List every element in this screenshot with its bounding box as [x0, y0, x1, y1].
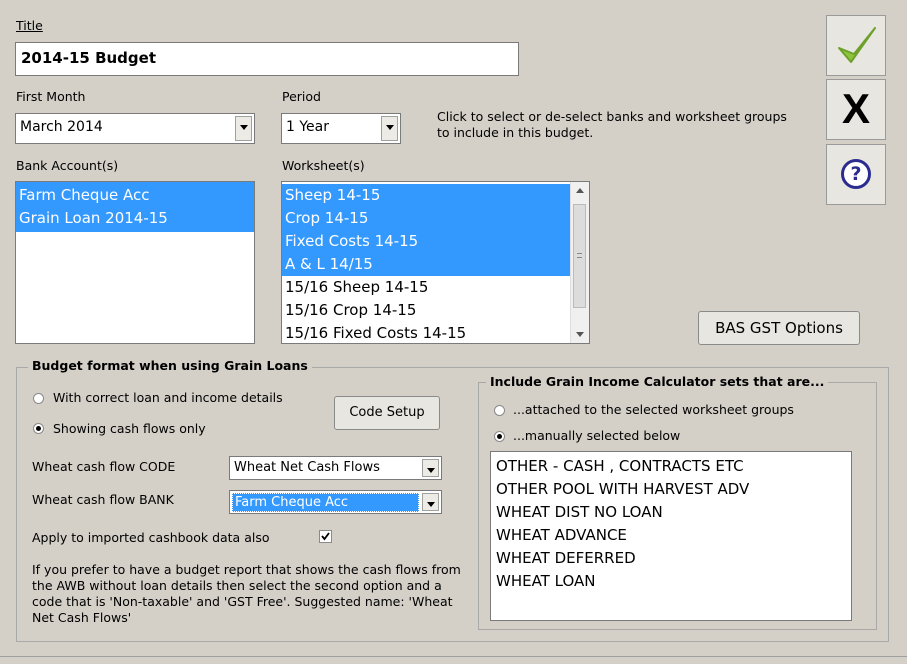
first-month-label: First Month	[16, 89, 86, 104]
code-setup-button[interactable]: Code Setup	[334, 396, 440, 430]
title-label: Title	[16, 18, 43, 33]
worksheets-label: Worksheet(s)	[282, 158, 365, 173]
radio-correct-loan[interactable]	[33, 393, 44, 404]
list-item[interactable]: 15/16 Sheep 14-15	[282, 276, 571, 299]
radio-correct-loan-label: With correct loan and income details	[53, 390, 283, 405]
list-item[interactable]: 15/16 Crop 14-15	[282, 299, 571, 322]
list-item[interactable]: WHEAT LOAN	[493, 570, 849, 593]
worksheets-list[interactable]: Sheep 14-15 Crop 14-15 Fixed Costs 14-15…	[281, 181, 590, 344]
cancel-button[interactable]: X	[826, 79, 886, 140]
apply-imported-label: Apply to imported cashbook data also	[32, 530, 270, 545]
list-item[interactable]: Crop 14-15	[282, 207, 571, 230]
radio-gic-manual[interactable]	[494, 431, 505, 442]
ok-button[interactable]	[826, 15, 886, 76]
list-item[interactable]: Farm Cheque Acc	[16, 184, 254, 207]
title-input[interactable]: 2014-15 Budget	[15, 42, 519, 76]
radio-gic-attached[interactable]	[494, 405, 505, 416]
close-icon: X	[841, 85, 870, 132]
first-month-select[interactable]: March 2014	[15, 113, 255, 144]
radio-cash-flows-only-label: Showing cash flows only	[53, 421, 206, 436]
wheat-bank-label: Wheat cash flow BANK	[32, 492, 174, 507]
period-label: Period	[282, 89, 321, 104]
help-button[interactable]: ?	[826, 144, 886, 205]
first-month-value: March 2014	[20, 119, 103, 135]
period-select[interactable]: 1 Year	[281, 113, 401, 144]
list-item[interactable]: WHEAT DEFERRED	[493, 547, 849, 570]
grain-help-text: If you prefer to have a budget report th…	[32, 562, 461, 625]
wheat-bank-select[interactable]: Farm Cheque Acc	[229, 490, 442, 514]
list-item[interactable]: WHEAT DIST NO LOAN	[493, 501, 849, 524]
bottom-divider	[0, 656, 907, 657]
list-item[interactable]: A & L 14/15	[282, 253, 571, 276]
apply-imported-checkbox[interactable]	[319, 530, 332, 543]
scroll-down-icon[interactable]	[576, 332, 584, 337]
gic-list[interactable]: OTHER - CASH , CONTRACTS ETC OTHER POOL …	[490, 451, 852, 621]
list-item[interactable]: OTHER POOL WITH HARVEST ADV	[493, 478, 849, 501]
radio-cash-flows-only[interactable]	[33, 423, 44, 434]
radio-gic-attached-label: ...attached to the selected worksheet gr…	[513, 402, 794, 417]
list-item[interactable]: Fixed Costs 14-15	[282, 230, 571, 253]
scrollbar[interactable]	[570, 182, 589, 343]
chevron-down-icon[interactable]	[422, 459, 439, 477]
list-item[interactable]: WHEAT ADVANCE	[493, 524, 849, 547]
gic-legend: Include Grain Income Calculator sets tha…	[486, 374, 829, 389]
help-icon: ?	[841, 159, 871, 189]
chevron-down-icon[interactable]	[381, 116, 398, 141]
grain-loans-legend: Budget format when using Grain Loans	[28, 358, 312, 373]
scroll-thumb[interactable]	[573, 204, 586, 308]
checkmark-icon	[838, 27, 876, 63]
wheat-code-label: Wheat cash flow CODE	[32, 459, 176, 474]
bas-gst-options-button[interactable]: BAS GST Options	[698, 311, 860, 345]
wheat-code-value: Wheat Net Cash Flows	[234, 460, 380, 475]
chevron-down-icon[interactable]	[422, 493, 439, 511]
list-item[interactable]: 15/16 Fixed Costs 14-15	[282, 322, 571, 343]
bank-accounts-list[interactable]: Farm Cheque Acc Grain Loan 2014-15	[15, 181, 255, 344]
wheat-bank-value: Farm Cheque Acc	[232, 493, 419, 512]
list-item[interactable]: Sheep 14-15	[282, 184, 571, 207]
instruction-text: Click to select or de-select banks and w…	[437, 109, 787, 140]
radio-gic-manual-label: ...manually selected below	[513, 428, 681, 443]
chevron-down-icon[interactable]	[235, 116, 252, 141]
check-icon	[321, 532, 330, 541]
period-value: 1 Year	[286, 119, 329, 135]
bank-accounts-label: Bank Account(s)	[16, 158, 119, 173]
list-item[interactable]: OTHER - CASH , CONTRACTS ETC	[493, 455, 849, 478]
scroll-up-icon[interactable]	[576, 188, 584, 193]
list-item[interactable]: Grain Loan 2014-15	[16, 207, 254, 230]
wheat-code-select[interactable]: Wheat Net Cash Flows	[229, 456, 442, 480]
